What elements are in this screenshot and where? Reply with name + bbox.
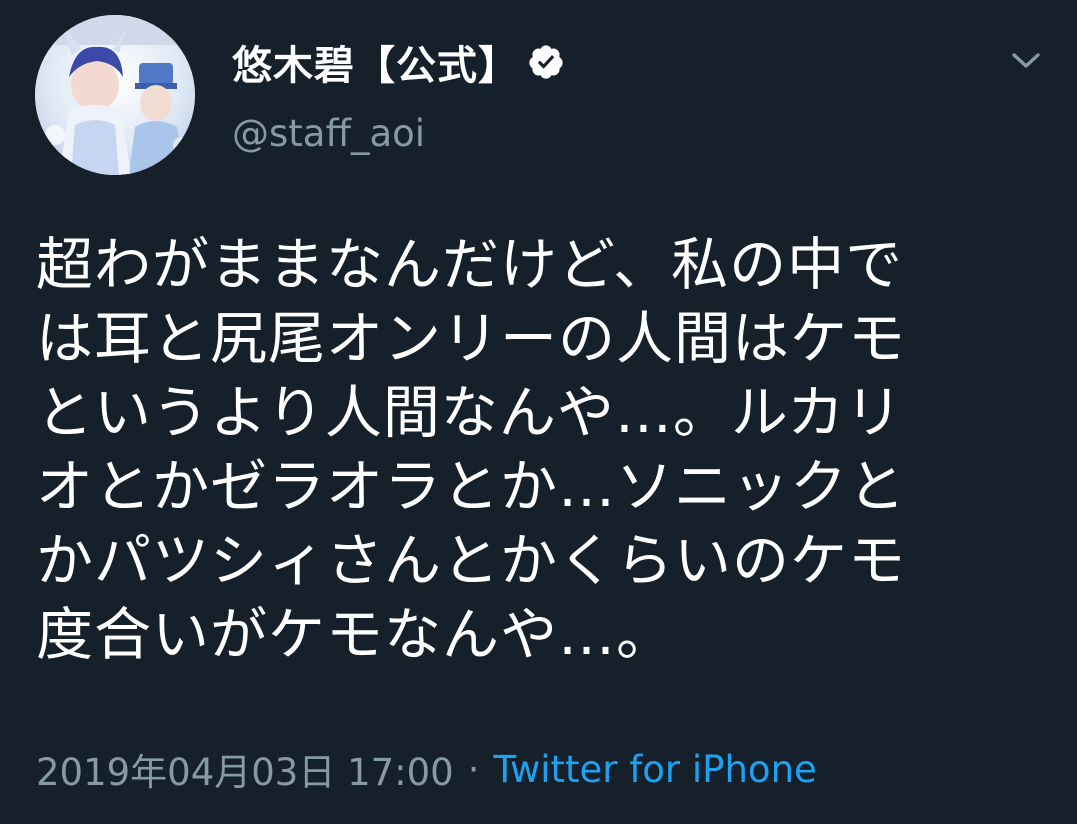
tweet-text-line: かパツシィさんとかくらいのケモ <box>36 528 906 594</box>
tweet-card: 悠木碧【公式】 @staff_aoi 超わがままなんだけど、私の中で は耳と尻尾… <box>0 0 1077 824</box>
author-display-name[interactable]: 悠木碧【公式】 <box>232 33 519 91</box>
avatar[interactable] <box>35 15 195 175</box>
tweet-text-line: は耳と尻尾オンリーの人間はケモ <box>36 306 906 372</box>
tweet-text-line: 超わがままなんだけど、私の中で <box>36 232 904 298</box>
tweet-timestamp[interactable]: 2019年04月03日 17:00 <box>36 742 454 796</box>
tweet-meta: 2019年04月03日 17:00 · Twitter for iPhone <box>36 742 817 796</box>
chevron-down-icon[interactable] <box>1006 44 1046 78</box>
tweet-text-line: というより人間なんや…。ルカリ <box>36 380 904 446</box>
tweet-text-line: オとかゼラオラとか…ソニックと <box>36 454 906 520</box>
avatar-image <box>35 15 195 175</box>
author-name-row[interactable]: 悠木碧【公式】 <box>232 34 565 90</box>
tweet-source-link[interactable]: Twitter for iPhone <box>493 748 816 791</box>
meta-separator: · <box>467 747 480 791</box>
tweet-text: 超わがままなんだけど、私の中で は耳と尻尾オンリーの人間はケモ というより人間な… <box>36 228 1046 672</box>
author-handle[interactable]: @staff_aoi <box>232 112 425 155</box>
verified-badge-icon <box>527 43 565 81</box>
tweet-text-line: 度合いがケモなんや…。 <box>36 602 674 668</box>
